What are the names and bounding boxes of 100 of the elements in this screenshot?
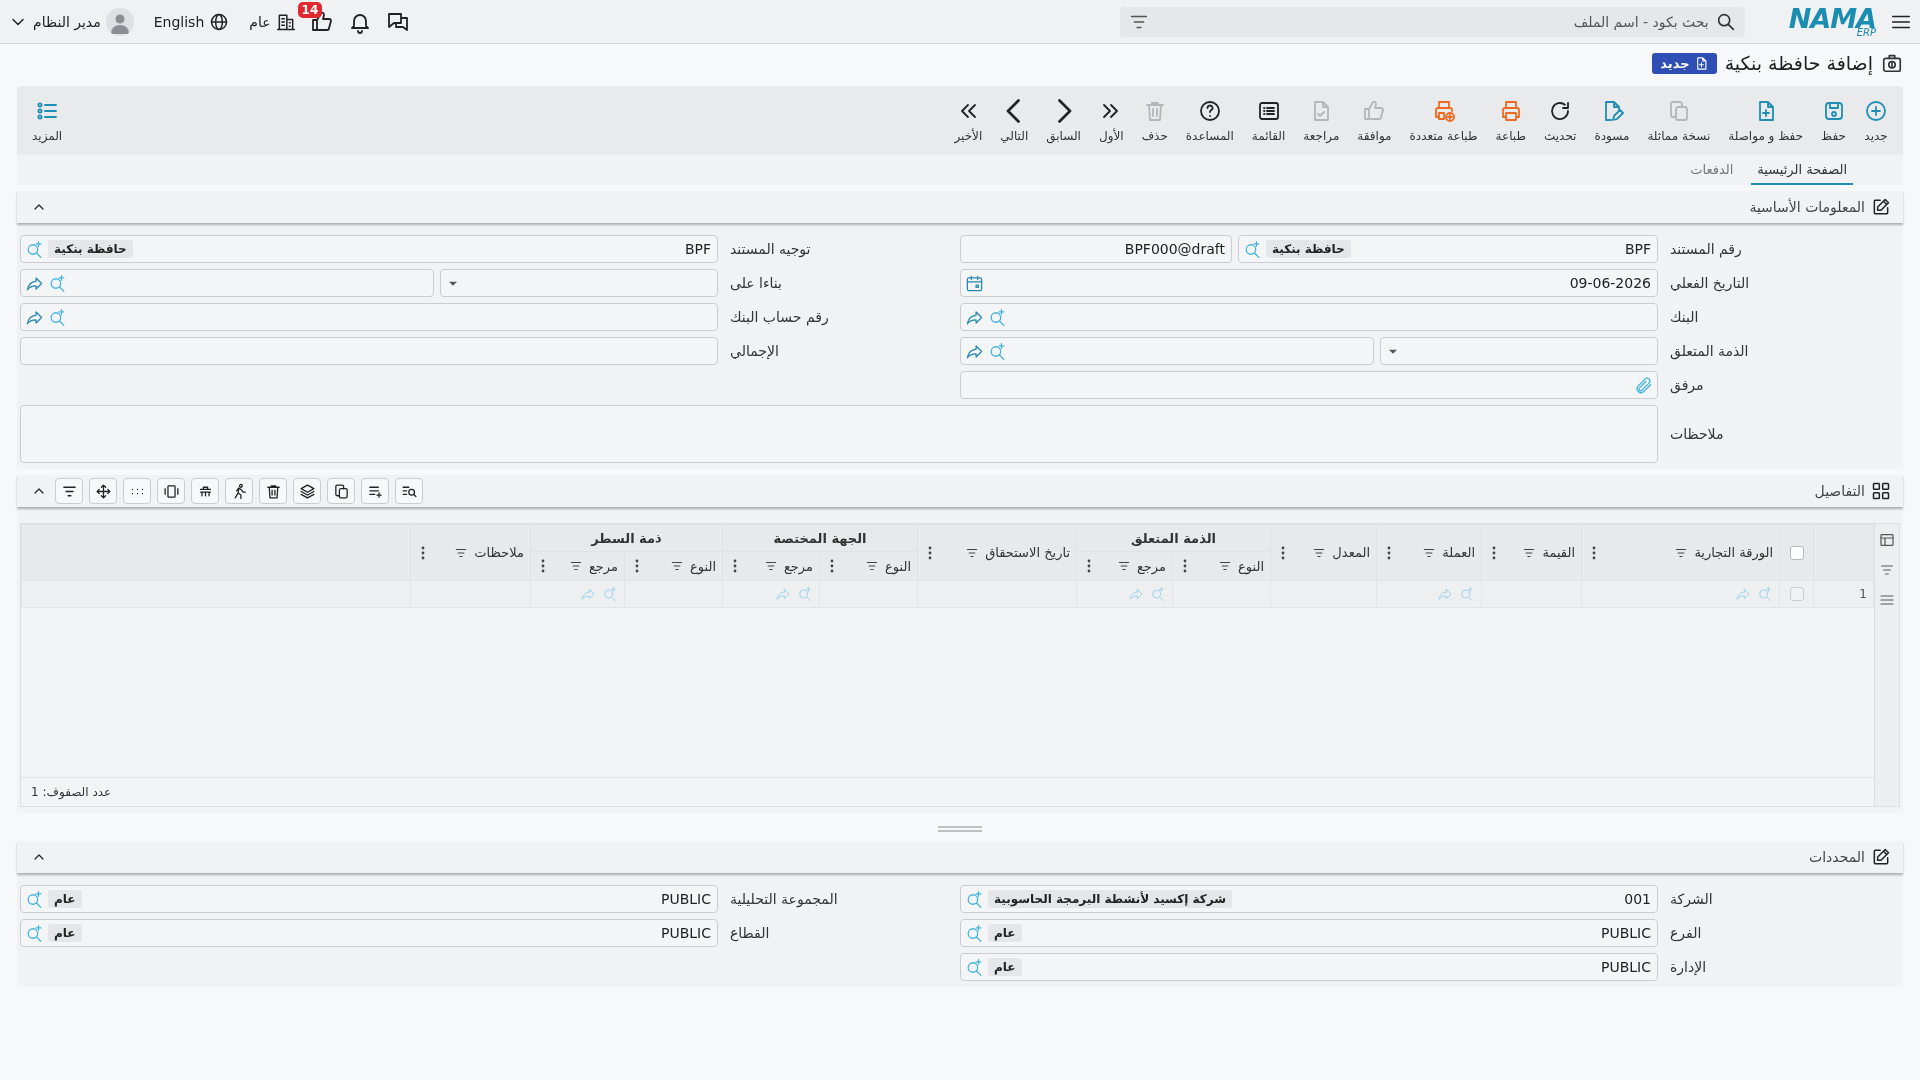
copy-icon — [332, 482, 350, 500]
search-icon — [48, 273, 67, 293]
more-button[interactable]: المزيد — [23, 94, 72, 147]
toolbar-button[interactable]: طباعة متعددة — [1400, 94, 1487, 147]
section-title: التفاصيل — [1814, 483, 1865, 499]
field-label: الإجمالي — [729, 343, 780, 359]
cash-briefcase-icon — [1881, 52, 1903, 74]
toolbar-button[interactable]: تحديث — [1534, 94, 1586, 147]
status-badge: جديد — [1652, 52, 1717, 74]
column-header[interactable]: النوع — [1172, 551, 1271, 581]
input-field[interactable] — [960, 303, 1658, 331]
filter-icon — [865, 559, 880, 573]
plus-circle-icon — [1864, 98, 1888, 123]
value-tag: عام — [988, 958, 1022, 976]
share-icon — [580, 586, 596, 602]
count-badge: 14 — [297, 1, 323, 18]
column-header[interactable]: العملة — [1376, 524, 1482, 581]
tab[interactable]: الصفحة الرئيسية — [1751, 158, 1853, 185]
field-label: الذمة المتعلق — [1669, 343, 1750, 359]
company-name[interactable]: عام — [249, 13, 271, 30]
add-list-button[interactable] — [361, 478, 389, 504]
row-count: عدد الصفوف: 1 — [31, 785, 112, 799]
search-icon — [25, 239, 44, 259]
column-header[interactable]: تاريخ الاستحقاق — [917, 524, 1077, 581]
rows-button[interactable] — [191, 478, 219, 504]
search-icon — [1757, 586, 1773, 602]
column-header[interactable]: الورقة التجارية — [1581, 524, 1780, 581]
input-field[interactable] — [20, 337, 718, 365]
search-field[interactable]: بحث بكود - اسم الملف — [1119, 6, 1745, 37]
checkbox[interactable] — [1789, 587, 1804, 601]
search-list-button[interactable] — [395, 478, 423, 504]
value-tag: عام — [48, 924, 82, 942]
toolbar-button[interactable]: الأول — [1089, 94, 1133, 147]
dropdown-field[interactable] — [440, 269, 718, 297]
toolbar-button[interactable]: المساعدة — [1176, 94, 1243, 147]
value-tag: شركة إكسيد لأنشطة البرمجة الحاسوبية — [988, 890, 1233, 908]
dropdown-field[interactable] — [1380, 337, 1658, 365]
input-field[interactable] — [960, 371, 1658, 399]
field-value: 09-06-2026 — [1568, 275, 1652, 291]
input-field[interactable]: 09-06-2026 — [960, 269, 1658, 297]
row-number: 1 — [1813, 580, 1874, 608]
field-label: رقم حساب البنك — [729, 309, 830, 325]
search-icon — [25, 923, 44, 943]
globe-icon — [209, 11, 230, 32]
column-header[interactable]: النوع — [819, 551, 918, 581]
section-title: المعلومات الأساسية — [1749, 199, 1865, 215]
field-label: توجيه المستند — [729, 241, 812, 257]
checkbox[interactable] — [1789, 545, 1804, 560]
column-header[interactable]: مرجع — [1076, 551, 1173, 581]
column-header[interactable]: القيمة — [1481, 524, 1582, 581]
field-label: التاريخ الفعلي — [1669, 275, 1751, 291]
input-field[interactable] — [20, 269, 434, 297]
share-icon — [1437, 586, 1453, 602]
column-header[interactable]: ملاحظات — [410, 524, 531, 581]
move-icon — [94, 482, 112, 500]
toolbar-button[interactable]: السابق — [1037, 94, 1090, 147]
input-field[interactable] — [20, 303, 718, 331]
search-icon — [988, 307, 1007, 327]
field-value: BPF — [1623, 241, 1652, 257]
value-tag: حافظة بنكية — [1266, 240, 1351, 258]
toolbar-button[interactable]: الأخير — [945, 94, 992, 147]
search-icon — [965, 923, 984, 943]
field-label: رقم المستند — [1669, 241, 1743, 257]
filter-icon — [670, 559, 685, 573]
notes-field[interactable] — [20, 405, 1658, 463]
columns-icon — [162, 482, 180, 500]
resize-handle[interactable] — [936, 825, 984, 833]
delete-button[interactable] — [259, 478, 287, 504]
toolbar-button[interactable]: حفظ — [1812, 94, 1855, 147]
field-value: BPF — [683, 241, 712, 257]
toolbar-button[interactable]: القائمة — [1242, 94, 1295, 147]
language-button[interactable]: English — [147, 10, 236, 33]
field-label: المجموعة التحليلية — [729, 891, 839, 907]
columns-button[interactable] — [157, 478, 185, 504]
input-field[interactable] — [960, 337, 1374, 365]
toolbar-button[interactable]: التالي — [991, 94, 1038, 147]
filter-icon — [568, 559, 583, 573]
column-header[interactable]: مرجع — [530, 551, 625, 581]
filter-icon — [1116, 559, 1131, 573]
move-button[interactable] — [89, 478, 117, 504]
dots-button[interactable] — [123, 478, 151, 504]
tab[interactable]: الدفعات — [1684, 158, 1740, 185]
column-header[interactable]: المعدل — [1270, 524, 1377, 581]
user-name[interactable]: مدير النظام — [33, 13, 101, 30]
column-header[interactable]: مرجع — [722, 551, 820, 581]
field-value: BPF000@draft — [1123, 241, 1226, 257]
filter-button[interactable] — [55, 478, 83, 504]
runner-button[interactable] — [225, 478, 253, 504]
copy-button[interactable] — [327, 478, 355, 504]
share-icon — [1735, 586, 1751, 602]
toolbar-button[interactable]: طباعة — [1486, 94, 1535, 147]
input-field[interactable]: BPF000@draft — [960, 235, 1232, 263]
search-icon — [602, 586, 618, 602]
column-header[interactable]: النوع — [624, 551, 723, 581]
toolbar-button[interactable]: جديد — [1855, 94, 1897, 147]
toolbar-button[interactable]: حفظ و مواصلة — [1719, 94, 1813, 147]
calendar-icon — [965, 273, 984, 293]
layers-button[interactable] — [293, 478, 321, 504]
toolbar-button[interactable]: مسودة — [1585, 94, 1639, 147]
value-tag: عام — [988, 924, 1022, 942]
